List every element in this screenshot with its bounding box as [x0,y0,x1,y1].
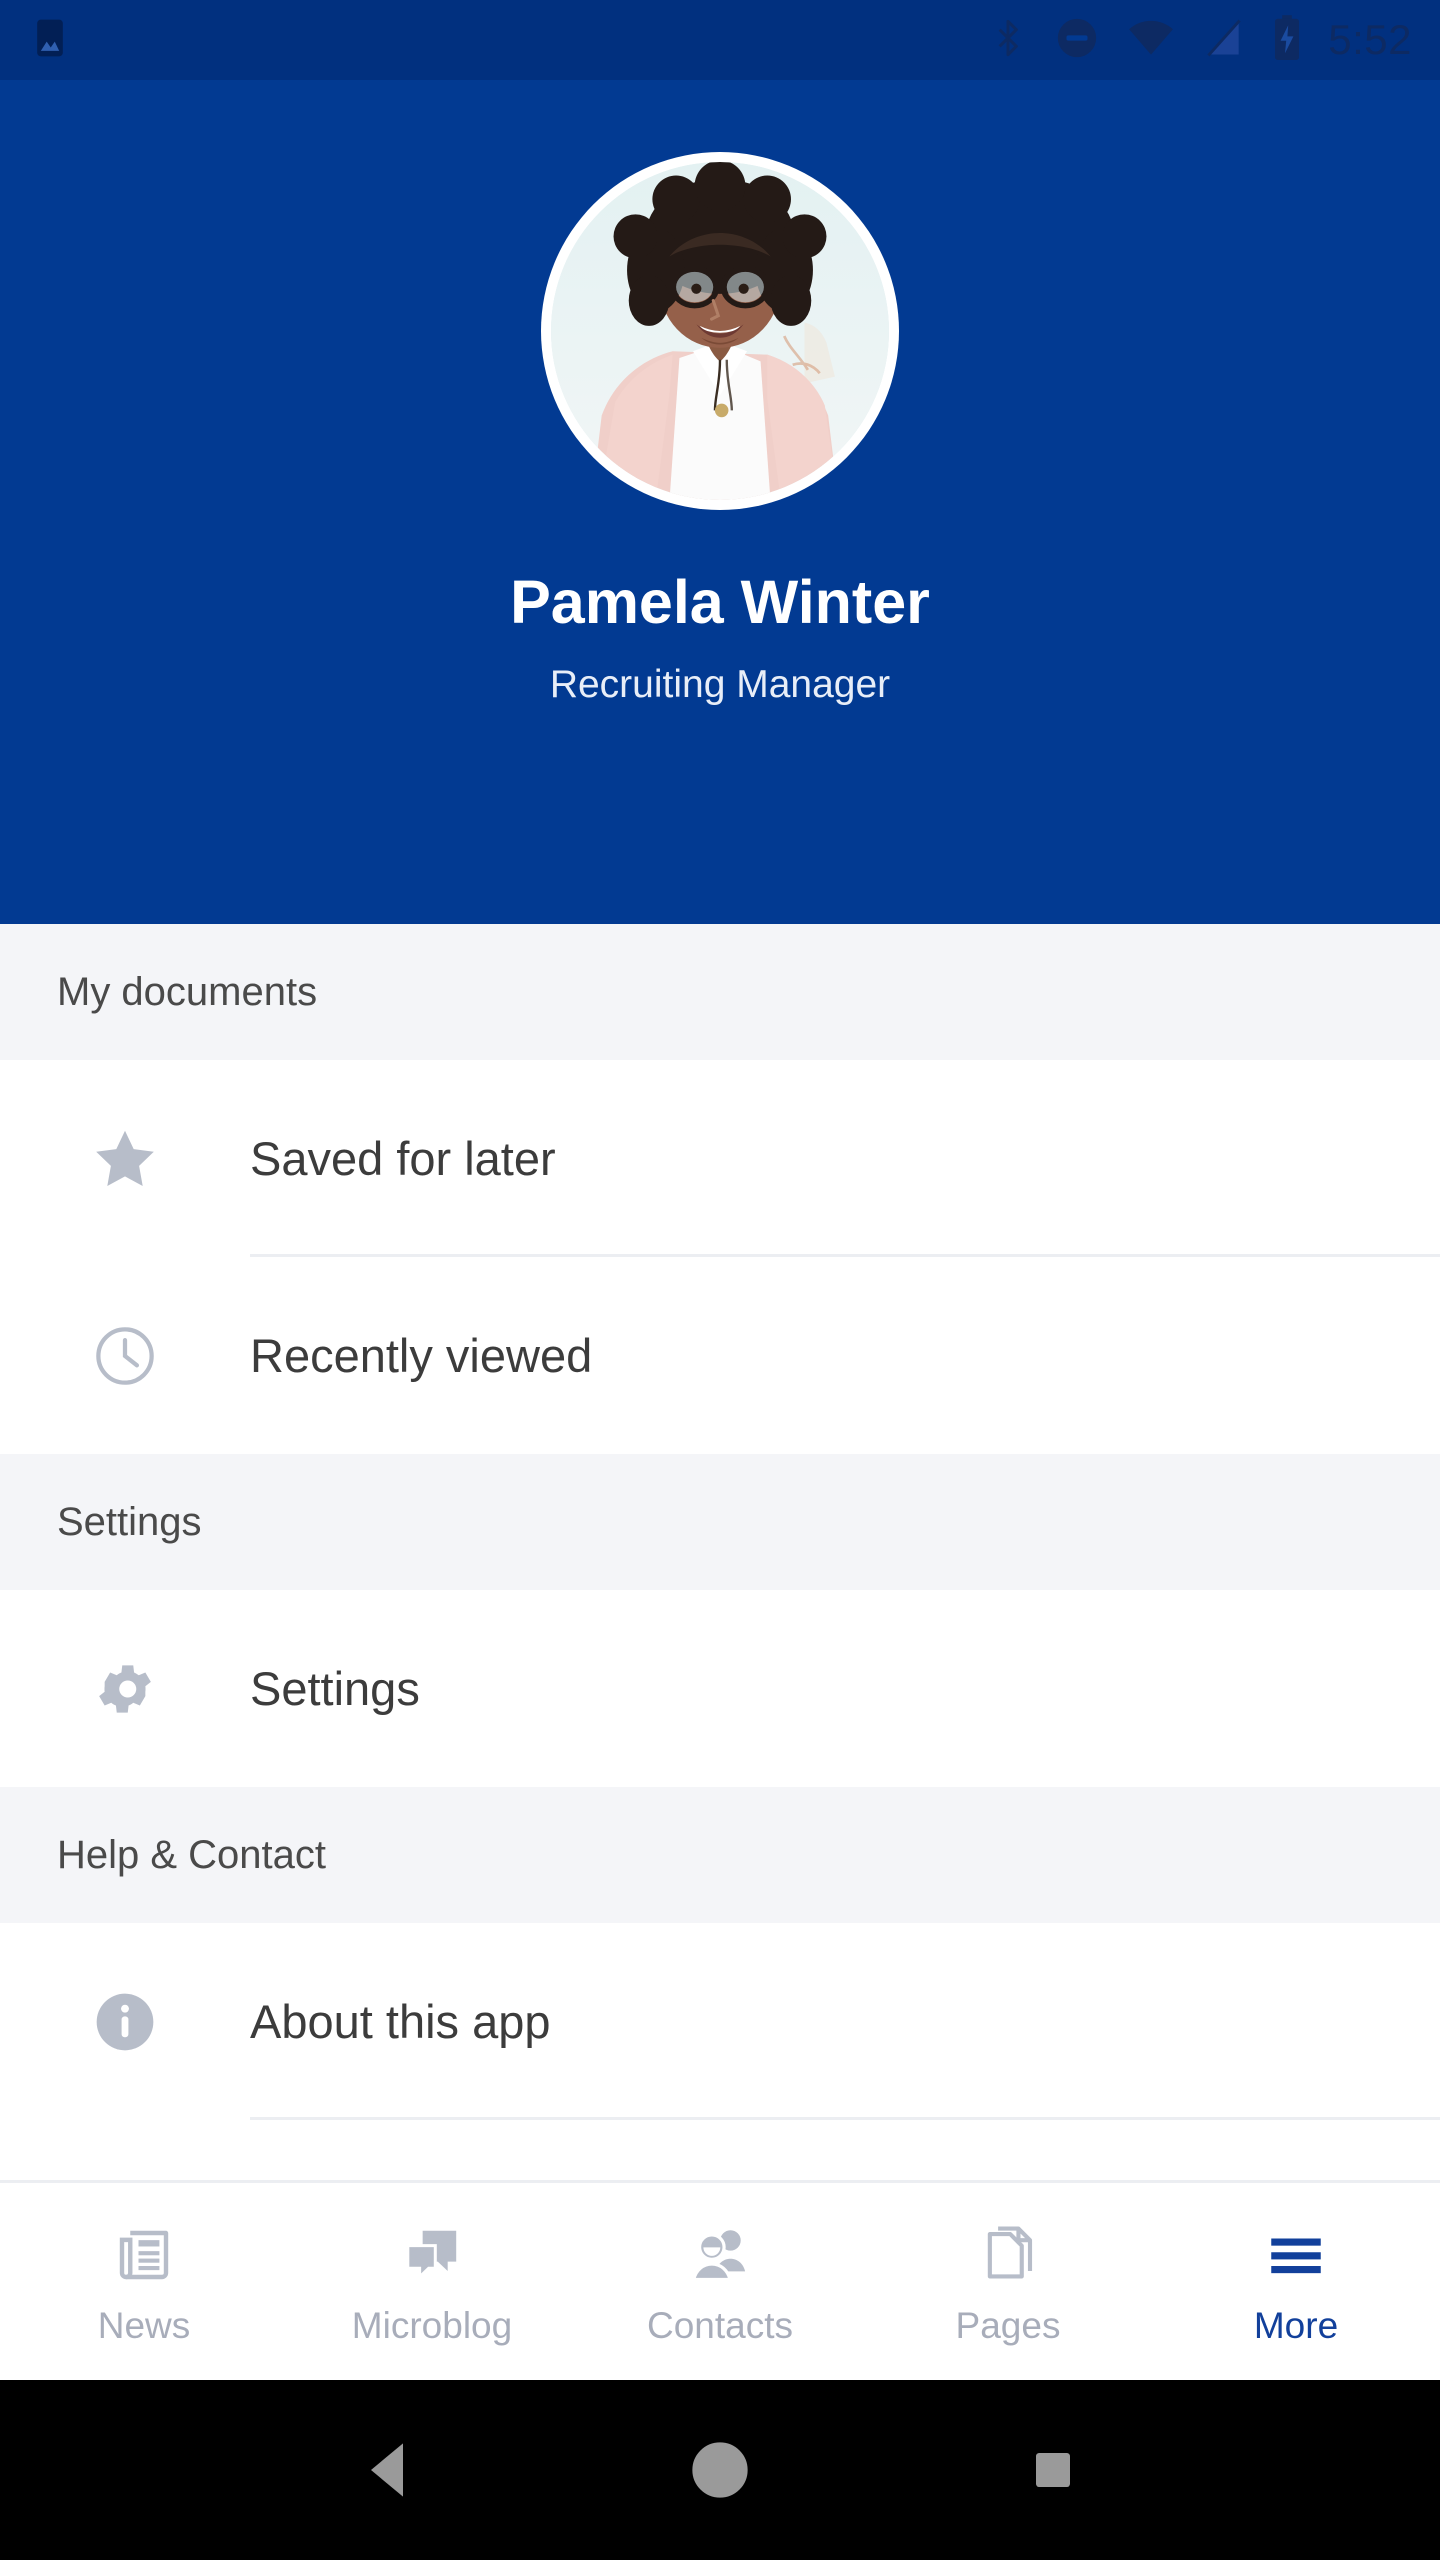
info-icon [0,1988,250,2056]
documents-icon [975,2219,1041,2291]
nav-tab-label: Pages [955,2305,1061,2346]
list-item-label: Recently viewed [250,1329,593,1382]
profile-header: Pamela Winter Recruiting Manager [0,80,1440,924]
back-triangle-icon[interactable] [327,2410,447,2530]
android-system-nav [0,2380,1440,2560]
wifi-icon [1126,17,1176,64]
home-circle-icon[interactable] [660,2410,780,2530]
app-screen: 5:52 Pamela Winter Recruiting Manager My… [0,0,1440,2560]
people-icon [685,2219,755,2291]
do-not-disturb-icon [1054,15,1100,66]
nav-tab-more[interactable]: More [1152,2183,1440,2380]
list-item-about-this-app[interactable]: About this app [0,1923,1440,2120]
nav-tab-label: Microblog [351,2305,513,2346]
section-header-settings: Settings [0,1454,1440,1590]
chat-bubbles-icon [399,2219,465,2291]
section-header-my-documents: My documents [0,924,1440,1060]
nav-tab-label: Contacts [646,2305,793,2346]
row-divider [250,2117,1440,2120]
list-item-label: Settings [250,1662,420,1715]
avatar-photo [551,162,889,500]
cellular-signal-off-icon [1202,16,1246,65]
gear-icon [0,1656,250,1722]
status-bar: 5:52 [0,0,1440,80]
battery-charging-icon [1272,14,1302,67]
bluetooth-icon [988,14,1028,67]
clock-icon [0,1322,250,1390]
hamburger-menu-icon [1263,2219,1329,2291]
profile-name: Pamela Winter [510,568,930,636]
newspaper-icon [111,2219,177,2291]
section-header-help-contact: Help & Contact [0,1787,1440,1923]
nav-tab-pages[interactable]: Pages [864,2183,1152,2380]
bottom-navigation-bar: News Microblog Contacts Pages More [0,2180,1440,2380]
nav-tab-label: More [1253,2305,1339,2346]
image-notification-icon [28,16,72,65]
star-icon [0,1123,250,1195]
status-bar-right-icons: 5:52 [988,14,1412,67]
list-item-label: About this app [250,1995,551,2048]
nav-tab-contacts[interactable]: Contacts [576,2183,864,2380]
profile-role: Recruiting Manager [549,663,891,706]
nav-tab-microblog[interactable]: Microblog [288,2183,576,2380]
nav-tab-news[interactable]: News [0,2183,288,2380]
list-item-saved-for-later[interactable]: Saved for later [0,1060,1440,1257]
list-item-recently-viewed[interactable]: Recently viewed [0,1257,1440,1454]
status-bar-clock: 5:52 [1328,16,1412,63]
list-item-settings[interactable]: Settings [0,1590,1440,1787]
menu-list: My documents Saved for later Recently vi… [0,924,1440,2180]
avatar[interactable] [541,152,899,510]
recents-square-icon[interactable] [993,2410,1113,2530]
list-item-label: Saved for later [250,1132,556,1185]
status-bar-left-icons [28,16,72,65]
nav-tab-label: News [97,2305,191,2346]
